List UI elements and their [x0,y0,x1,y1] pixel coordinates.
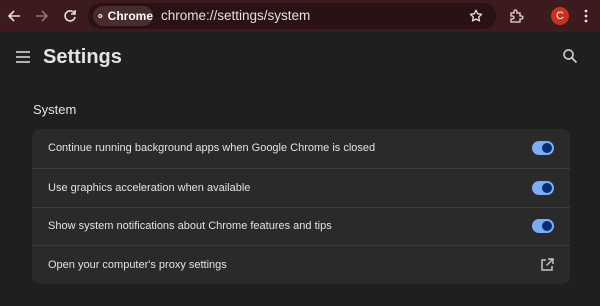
hamburger-menu-icon [16,51,30,63]
graphics-acceleration-toggle[interactable] [532,180,554,195]
system-settings-card: Continue running background apps when Go… [32,129,570,284]
search-icon [563,49,578,64]
bookmark-star-icon [469,9,483,22]
address-bar[interactable]: Chrome chrome://settings/system [88,3,496,29]
setting-row-proxy[interactable]: Open your computer's proxy settings [32,245,570,284]
browser-menu-button[interactable] [574,4,598,28]
background-apps-toggle[interactable] [532,141,554,156]
forward-icon [36,10,49,22]
setting-label: Continue running background apps when Go… [48,142,376,155]
setting-label: Use graphics acceleration when available [48,181,251,194]
site-chip[interactable]: Chrome [93,6,153,26]
extensions-button[interactable] [504,4,528,28]
chrome-logo-icon [98,13,103,19]
reload-icon [64,10,76,22]
setting-row-system-notifications[interactable]: Show system notifications about Chrome f… [32,206,570,246]
main-menu-button[interactable] [14,48,32,66]
external-link-icon[interactable] [539,257,555,273]
profile-avatar[interactable]: C [551,7,569,25]
system-notifications-toggle[interactable] [532,219,554,234]
kebab-menu-icon [584,9,588,23]
back-button[interactable] [2,4,26,28]
toggle-knob [542,221,552,232]
toggle-knob [542,182,552,193]
setting-row-background-apps[interactable]: Continue running background apps when Go… [32,129,570,168]
setting-label: Show system notifications about Chrome f… [48,220,332,233]
setting-label: Open your computer's proxy settings [48,259,227,272]
reload-button[interactable] [58,4,82,28]
extensions-icon [509,8,524,23]
back-icon [7,10,20,22]
site-chip-label: Chrome [107,9,153,23]
bookmark-button[interactable] [464,4,488,28]
url-text[interactable]: chrome://settings/system [161,8,310,23]
setting-row-graphics-acceleration[interactable]: Use graphics acceleration when available [32,167,570,207]
settings-header: Settings [0,32,600,84]
toggle-knob [542,143,552,154]
search-settings-button[interactable] [562,48,580,66]
forward-button[interactable] [30,4,54,28]
section-heading: System [33,102,77,117]
browser-toolbar: Chrome chrome://settings/system C [0,0,600,32]
page-title: Settings [43,46,122,68]
